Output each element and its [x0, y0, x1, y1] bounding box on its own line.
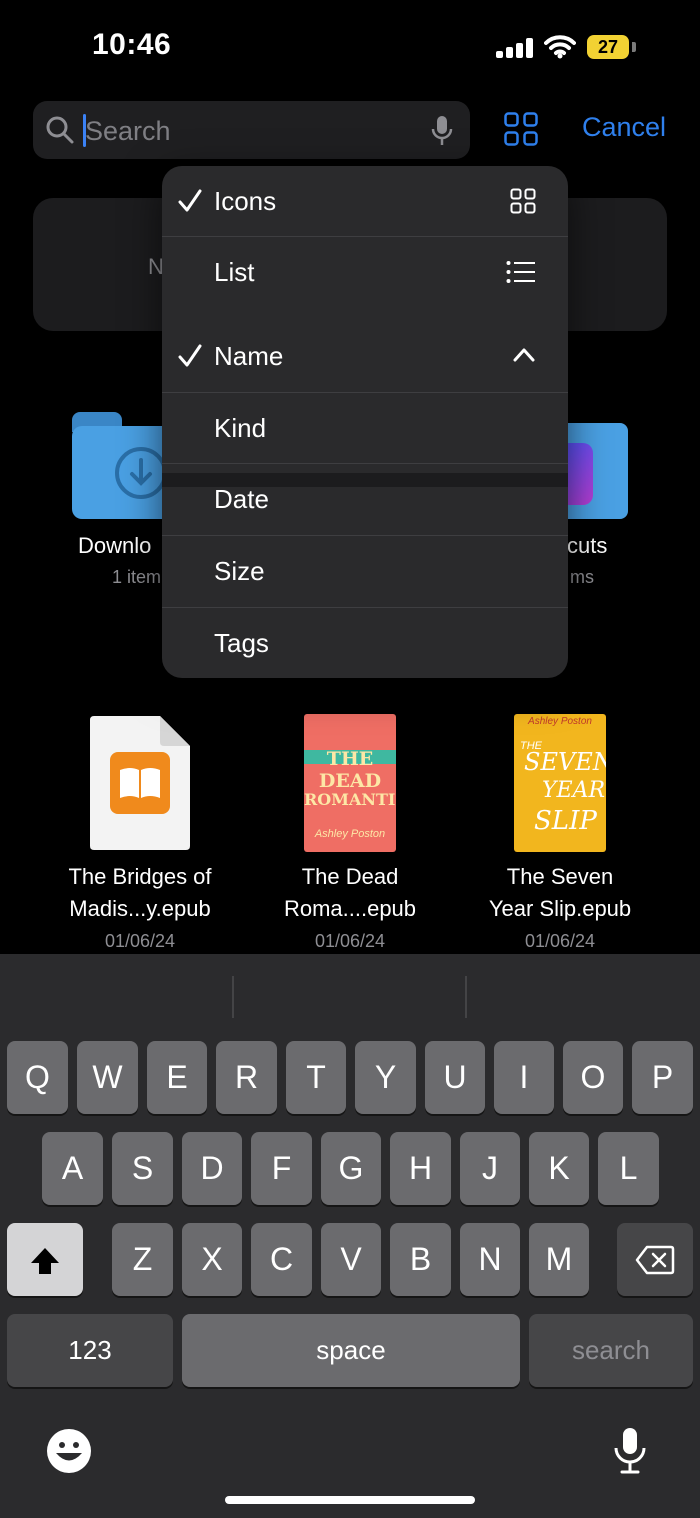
wifi-icon — [544, 35, 576, 59]
chevron-up-icon — [513, 348, 535, 362]
file-date: 01/06/24 — [524, 931, 596, 951]
cover-title: ROMANTICS — [304, 790, 396, 809]
key-s[interactable]: S — [112, 1132, 173, 1205]
menu-item-label: Size — [214, 556, 265, 586]
key-m[interactable]: M — [529, 1223, 589, 1296]
search-icon — [46, 116, 74, 144]
status-time: 10:46 — [92, 28, 172, 61]
cover-title: THE DEAD — [318, 748, 382, 792]
key-j[interactable]: J — [460, 1132, 520, 1205]
key-o[interactable]: O — [563, 1041, 623, 1114]
menu-item-name[interactable]: Name — [162, 321, 568, 392]
menu-item-label: Date — [214, 484, 269, 514]
menu-item-tags[interactable]: Tags — [162, 608, 568, 678]
menu-item-label: List — [214, 257, 255, 287]
shift-icon — [31, 1248, 59, 1274]
cover-title: SLIP — [534, 806, 597, 836]
cover-author: Ashley Poston — [314, 828, 386, 840]
downloads-folder[interactable] — [72, 412, 172, 520]
grid-icon — [510, 188, 536, 214]
key-p[interactable]: P — [632, 1041, 693, 1114]
key-r[interactable]: R — [216, 1041, 277, 1114]
key-l[interactable]: L — [598, 1132, 659, 1205]
file-name: The Dead — [301, 864, 399, 889]
cover-title: YEAR — [542, 778, 606, 803]
file-thumbnail-seven-year-slip[interactable]: Ashley Poston THE SEVEN YEAR SLIP — [514, 714, 606, 852]
key-f[interactable]: F — [251, 1132, 312, 1205]
checkmark-icon — [178, 344, 202, 367]
key-x[interactable]: X — [182, 1223, 242, 1296]
folder-label: cuts — [567, 533, 608, 558]
key-h[interactable]: H — [390, 1132, 451, 1205]
folder-count: ms — [570, 567, 594, 587]
key-u[interactable]: U — [425, 1041, 485, 1114]
key-t[interactable]: T — [286, 1041, 346, 1114]
key-i[interactable]: I — [494, 1041, 554, 1114]
delete-key[interactable] — [617, 1223, 693, 1296]
file-name: Roma....epub — [283, 896, 417, 921]
home-indicator[interactable] — [225, 1496, 475, 1504]
cover-author: Ashley Poston — [528, 716, 592, 727]
battery-tip — [632, 42, 636, 52]
battery-icon: 27 — [587, 35, 629, 59]
key-a[interactable]: A — [42, 1132, 103, 1205]
file-name: Madis...y.epub — [69, 896, 211, 921]
file-name: Year Slip.epub — [488, 896, 632, 921]
checkmark-icon — [178, 189, 202, 212]
text-cursor — [83, 114, 86, 147]
menu-item-size[interactable]: Size — [162, 536, 568, 607]
view-options-menu: Icons List Name Kind Date Size Tags — [162, 166, 568, 678]
keyboard: Q W E R T Y U I O P A S D F G H J K L Z … — [0, 954, 700, 1518]
key-c[interactable]: C — [251, 1223, 312, 1296]
key-z[interactable]: Z — [112, 1223, 173, 1296]
menu-item-label: Tags — [214, 628, 269, 658]
view-grid-icon[interactable] — [504, 112, 538, 146]
numbers-key[interactable]: 123 — [7, 1314, 173, 1387]
search-key[interactable]: search — [529, 1314, 693, 1387]
menu-item-label: Kind — [214, 413, 267, 443]
dictation-icon[interactable] — [612, 1426, 648, 1476]
suggestion-divider — [465, 976, 467, 1018]
key-k[interactable]: K — [529, 1132, 589, 1205]
menu-item-label: Name — [214, 341, 284, 371]
book-icon — [110, 752, 170, 814]
emoji-icon[interactable] — [46, 1428, 92, 1474]
menu-item-kind[interactable]: Kind — [162, 393, 568, 464]
backspace-icon — [635, 1245, 675, 1275]
space-key[interactable]: space — [182, 1314, 520, 1387]
file-date: 01/06/24 — [104, 931, 176, 951]
menu-item-icons[interactable]: Icons — [162, 166, 568, 237]
key-y[interactable]: Y — [355, 1041, 416, 1114]
search-bar[interactable] — [33, 101, 470, 161]
key-n[interactable]: N — [460, 1223, 520, 1296]
folder-count: 1 item — [112, 567, 162, 587]
folder-label: Downlo — [78, 533, 152, 558]
key-e[interactable]: E — [147, 1041, 207, 1114]
file-thumbnail-dead-romantics[interactable]: THE DEAD ROMANTICS Ashley Poston — [304, 714, 396, 852]
cover-title: SEVEN — [524, 748, 606, 776]
cancel-button[interactable]: Cancel — [582, 112, 666, 143]
search-input[interactable] — [83, 101, 417, 161]
file-name: The Bridges of — [68, 864, 212, 889]
cellular-signal-icon — [496, 38, 534, 58]
key-q[interactable]: Q — [7, 1041, 68, 1114]
file-name: The Seven — [506, 864, 614, 889]
key-d[interactable]: D — [182, 1132, 242, 1205]
file-thumbnail-bridges[interactable] — [90, 716, 190, 850]
microphone-icon[interactable] — [430, 114, 454, 148]
menu-item-date[interactable]: Date — [162, 464, 568, 535]
key-v[interactable]: V — [321, 1223, 381, 1296]
shift-key[interactable] — [7, 1223, 83, 1296]
list-icon — [506, 261, 535, 283]
menu-item-label: Icons — [214, 186, 277, 216]
key-b[interactable]: B — [390, 1223, 451, 1296]
key-g[interactable]: G — [321, 1132, 381, 1205]
file-date: 01/06/24 — [314, 931, 386, 951]
key-w[interactable]: W — [77, 1041, 138, 1114]
suggestion-divider — [232, 976, 234, 1018]
menu-item-list[interactable]: List — [162, 237, 568, 308]
